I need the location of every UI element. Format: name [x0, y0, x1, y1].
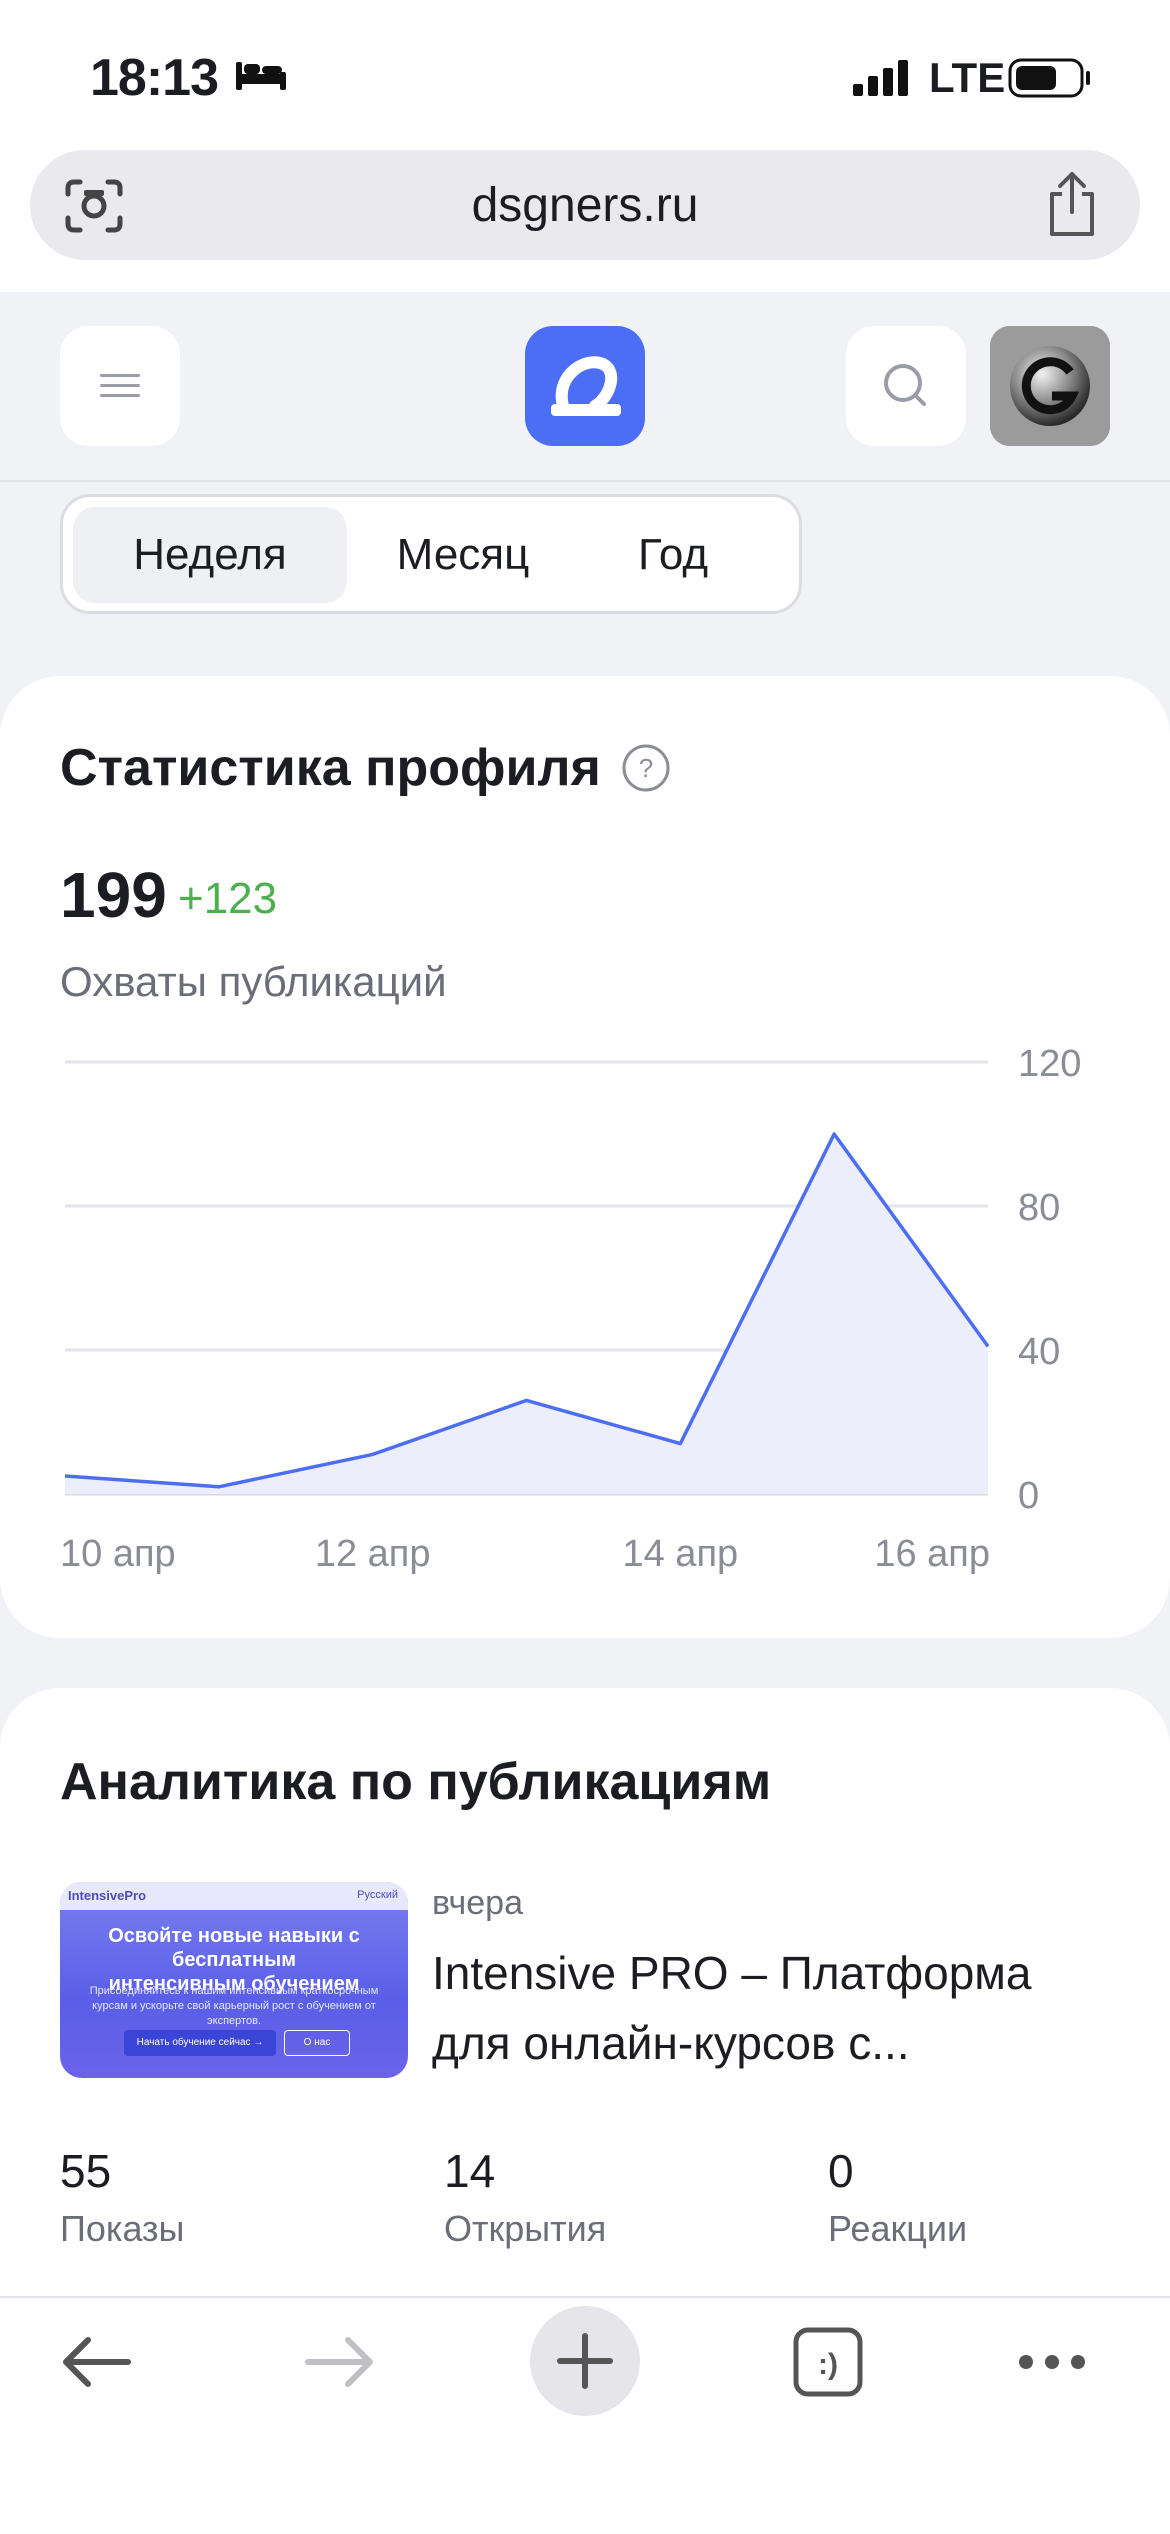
post-date: вчера: [432, 1884, 523, 1923]
battery-icon: [1008, 58, 1092, 98]
reach-total: 199: [60, 858, 167, 932]
thumbnail-primary-button: Начать обучение сейчас →: [124, 2030, 276, 2056]
url-text[interactable]: dsgners.ru: [30, 178, 1140, 233]
y-tick-label: 120: [1018, 1043, 1081, 1085]
thumbnail-language: Русский: [357, 1889, 398, 1901]
thumbnail-subtext: Присоединяйтесь к нашим интенсивным крат…: [78, 1984, 390, 2029]
avatar[interactable]: [990, 326, 1110, 446]
x-tick-label: 10 апр: [60, 1533, 176, 1575]
views-label: Показы: [60, 2208, 184, 2250]
tab-year[interactable]: Год: [583, 507, 763, 603]
period-selector: Неделя Месяц Год: [60, 494, 802, 614]
tab-week[interactable]: Неделя: [73, 507, 347, 603]
site-logo[interactable]: [525, 326, 645, 446]
network-type: LTE: [929, 54, 1005, 102]
help-icon[interactable]: ?: [620, 742, 672, 794]
status-time: 18:13: [90, 48, 218, 108]
thumbnail-secondary-button: О нас: [284, 2030, 350, 2056]
menu-button[interactable]: [60, 326, 180, 446]
tabs-icon[interactable]: :): [792, 2326, 864, 2398]
views-value: 55: [60, 2144, 111, 2198]
y-tick-label: 80: [1018, 1187, 1060, 1229]
back-icon[interactable]: [58, 2334, 132, 2390]
reactions-label: Реакции: [828, 2208, 967, 2250]
svg-text::): :): [818, 2348, 838, 2381]
analytics-title: Аналитика по публикациям: [60, 1752, 771, 1812]
reactions-value: 0: [828, 2144, 854, 2198]
post-title[interactable]: Intensive PRO – Платформа для онлайн-кур…: [432, 1938, 1132, 2078]
tab-month[interactable]: Месяц: [363, 507, 563, 603]
y-tick-label: 0: [1018, 1475, 1039, 1517]
opens-label: Открытия: [444, 2208, 606, 2250]
opens-value: 14: [444, 2144, 495, 2198]
plus-icon: [530, 2306, 640, 2416]
sleep-focus-icon: [234, 58, 288, 92]
thumbnail-brand: IntensivePro: [68, 1888, 146, 1903]
logo-icon: [525, 326, 645, 446]
metric-label: Охваты публикаций: [60, 958, 447, 1006]
x-tick-label: 16 апр: [874, 1533, 990, 1575]
post-thumbnail[interactable]: IntensivePro Русский Освойте новые навык…: [60, 1882, 408, 2078]
svg-text:?: ?: [639, 753, 653, 783]
address-bar[interactable]: dsgners.ru: [30, 150, 1140, 260]
y-tick-label: 40: [1018, 1331, 1060, 1373]
signal-icon: [853, 60, 911, 96]
avatar-image: [990, 326, 1110, 446]
stats-title: Статистика профиля: [60, 738, 601, 798]
hamburger-icon: [60, 326, 180, 446]
more-icon[interactable]: [1016, 2350, 1088, 2374]
search-icon: [846, 326, 966, 446]
search-button[interactable]: [846, 326, 966, 446]
x-tick-label: 12 апр: [315, 1533, 431, 1575]
forward-icon[interactable]: [304, 2334, 378, 2390]
new-tab-button[interactable]: [530, 2306, 640, 2416]
reach-delta: +123: [178, 874, 277, 924]
x-tick-label: 14 апр: [622, 1533, 738, 1575]
area-fill: [65, 1134, 988, 1494]
reach-chart: 0 40 80 120 10 апр 12 апр 14 апр 16 апр: [60, 1030, 1100, 1590]
share-icon[interactable]: [1042, 170, 1102, 238]
